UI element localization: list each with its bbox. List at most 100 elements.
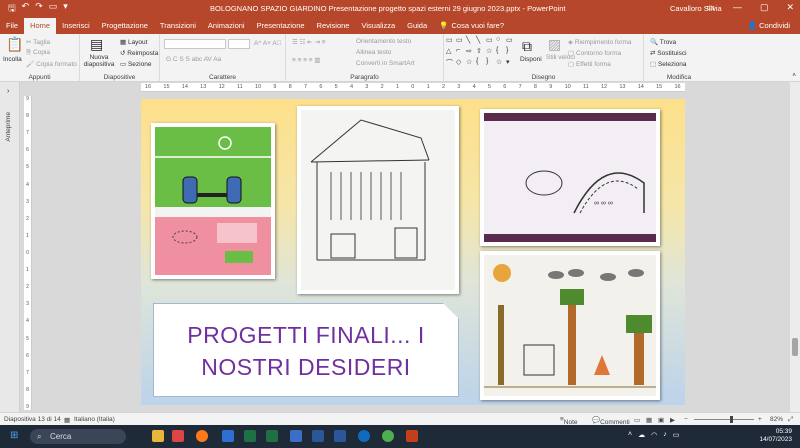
align-buttons[interactable]: ≡ ≡ ≡ ≡ ▥ (292, 56, 321, 64)
collapse-ribbon-icon[interactable]: ˄ (792, 72, 796, 79)
format-painter-button[interactable]: 🖌 Copia formato (26, 60, 77, 68)
minimize-icon[interactable]: — (733, 2, 742, 13)
windows-start-icon[interactable]: ⊞ (10, 430, 18, 441)
font-size-box[interactable] (228, 39, 250, 49)
paste-button[interactable]: Incolla (3, 56, 22, 63)
layout-button[interactable]: ▦ Layout (120, 38, 147, 46)
ribbon-options-icon[interactable]: ▭ (706, 2, 715, 13)
store-icon[interactable] (172, 430, 184, 442)
font-grow-icon[interactable]: A^ A˅ A⃠ (254, 40, 282, 47)
file-explorer-icon[interactable] (152, 430, 164, 442)
arrange-button[interactable]: Disponi (520, 56, 542, 63)
volume-icon[interactable]: ♪ (663, 431, 667, 439)
share-button[interactable]: 👤 Condividi (748, 21, 790, 30)
excel-icon[interactable] (244, 430, 256, 442)
app-icon[interactable] (290, 430, 302, 442)
taskbar-search[interactable]: ⌕ Cerca (30, 429, 126, 444)
tab-home[interactable]: Home (24, 18, 57, 34)
tab-design[interactable]: Progettazione (96, 18, 154, 34)
shape-fill-button[interactable]: ◈ Riempimento forma (568, 38, 632, 46)
tab-slideshow[interactable]: Presentazione (251, 18, 311, 34)
zoom-slider[interactable] (694, 419, 754, 420)
tab-insert[interactable]: Inserisci (56, 18, 96, 34)
tab-view[interactable]: Visualizza (355, 18, 401, 34)
quick-styles-icon[interactable]: ▨ (548, 36, 561, 53)
drawing-photo-2[interactable] (297, 106, 459, 294)
tab-file[interactable]: File (0, 18, 24, 34)
smartart-button[interactable]: Converti in SmartArt (356, 60, 415, 67)
tab-review[interactable]: Revisione (311, 18, 356, 34)
comments-button[interactable]: 💬 Commenti (592, 416, 630, 426)
new-slide-button[interactable]: Nuova diapositiva (82, 54, 116, 68)
vertical-scrollbar[interactable] (790, 82, 800, 412)
drawing-photo-1[interactable] (151, 123, 275, 279)
zoom-in-icon[interactable]: + (758, 416, 762, 423)
sorter-view-icon[interactable]: ▦ (646, 416, 652, 424)
list-buttons[interactable]: ☰ ☷ ⇤ ⇥ ≡ (292, 38, 326, 46)
align-text-button[interactable]: Allinea testo (356, 49, 391, 56)
arrange-icon[interactable]: ⧉ (522, 38, 532, 55)
cut-button[interactable]: ✂ Taglia (26, 38, 50, 46)
zoom-out-icon[interactable]: − (684, 416, 688, 423)
fit-slide-icon[interactable]: ⤢ (788, 416, 793, 424)
reading-view-icon[interactable]: ▣ (658, 416, 664, 424)
font-format-buttons[interactable]: G C S S abc AV Aa (166, 56, 221, 63)
maximize-icon[interactable]: ▢ (760, 2, 769, 13)
clock[interactable]: 05:39 14/07/2023 (759, 428, 792, 444)
save-icon[interactable]: 🖫 (8, 1, 16, 17)
font-name-box[interactable] (164, 39, 226, 49)
zoom-slider-thumb[interactable] (730, 416, 733, 423)
shapes-gallery[interactable]: ▭ ▭ ╲ ╲ ▭ ○ ▭ △ ⌐ ⇨ ⇧ ☆{} ⌒ ◇ ☆{} ☆ ▾ (446, 36, 514, 70)
chrome-icon[interactable] (382, 430, 394, 442)
customize-icon[interactable]: ▾ (63, 1, 68, 17)
scrollbar-thumb[interactable] (792, 338, 798, 356)
edge-icon[interactable] (358, 430, 370, 442)
language-indicator[interactable]: Italiano (Italia) (74, 416, 115, 423)
close-icon[interactable]: ✕ (786, 2, 794, 13)
replace-button[interactable]: ⇄ Sostituisci (650, 49, 687, 57)
excel-icon-2[interactable] (266, 430, 278, 442)
find-button[interactable]: 🔍 Trova (650, 38, 676, 46)
powerpoint-icon[interactable] (406, 430, 418, 442)
expand-icon[interactable]: › (7, 88, 9, 95)
chat-icon[interactable] (222, 430, 234, 442)
zoom-level[interactable]: 82% (770, 416, 783, 423)
shape-effects-button[interactable]: ▢ Effetti forma (568, 60, 611, 68)
slideshow-icon[interactable]: ▭ (49, 1, 58, 17)
drawing-photo-4[interactable] (480, 251, 660, 400)
section-button[interactable]: ▭ Sezione (120, 60, 151, 68)
word-icon[interactable] (312, 430, 324, 442)
thumbnails-pane[interactable]: › Anteprime (0, 82, 20, 412)
slide-title-line-2[interactable]: NOSTRI DESIDERI (154, 354, 458, 381)
slide-canvas[interactable]: ∞ ∞ ∞ PROGETTI FINALI... I NOSTRI DESIDE… (141, 99, 685, 405)
battery-icon[interactable]: ▭ (673, 431, 680, 439)
redo-icon[interactable]: ↷ (35, 1, 43, 17)
title-callout[interactable]: PROGETTI FINALI... I NOSTRI DESIDERI (153, 303, 459, 397)
chevron-up-icon[interactable]: ˄ (628, 431, 632, 439)
new-slide-icon[interactable]: ▤ (90, 36, 103, 53)
shape-outline-button[interactable]: ▢ Contorno forma (568, 49, 621, 57)
text-direction-button[interactable]: Orientamento testo (356, 38, 411, 45)
copy-button[interactable]: ⎘ Copia (26, 49, 50, 57)
undo-icon[interactable]: ↶ (22, 1, 30, 17)
slideshow-view-icon[interactable]: ▶ (670, 416, 675, 424)
tab-transitions[interactable]: Transizioni (154, 18, 202, 34)
normal-view-icon[interactable]: ▭ (634, 416, 640, 424)
select-button[interactable]: ⬚ Seleziona (650, 60, 687, 68)
reset-button[interactable]: ↺ Reimposta (120, 49, 158, 57)
paste-icon[interactable]: 📋 (6, 36, 23, 53)
drawing-photo-3[interactable]: ∞ ∞ ∞ (480, 109, 660, 246)
slide-title-line-1[interactable]: PROGETTI FINALI... I (154, 322, 458, 349)
horizontal-ruler: 16 15 14 13 12 11 10 9 8 7 6 5 4 3 2 1 0 1 2 3 4 5 6 7 8 9 10 11 12 1… (141, 83, 685, 92)
ruler-tick: 9 (26, 403, 29, 410)
tab-help[interactable]: Guida (401, 18, 433, 34)
tell-me-search[interactable]: 💡 Cosa vuoi fare? (433, 18, 510, 34)
accessibility-icon[interactable]: ▦ (64, 416, 70, 424)
firefox-icon[interactable] (196, 430, 208, 442)
wifi-icon[interactable]: ◠ (651, 431, 657, 439)
onedrive-icon[interactable]: ☁ (638, 431, 645, 439)
tab-animations[interactable]: Animazioni (202, 18, 251, 34)
word-icon-2[interactable] (334, 430, 346, 442)
notes-button[interactable]: ≡ Note (560, 416, 578, 426)
ruler-tick: 3 (26, 301, 29, 308)
